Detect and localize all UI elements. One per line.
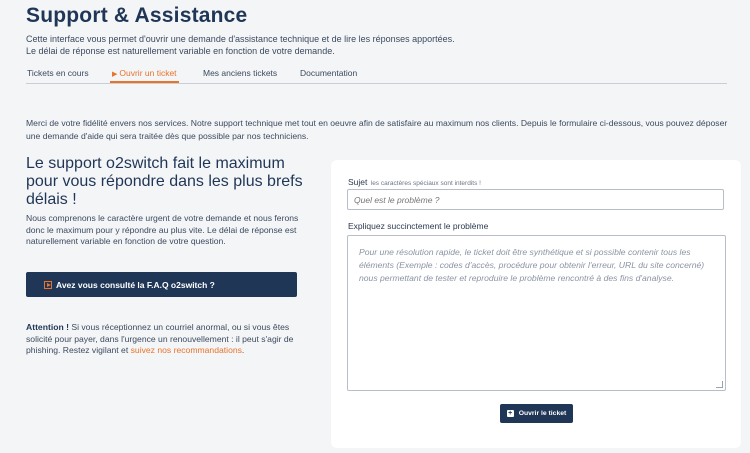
phishing-warning: Attention ! Si vous réceptionnez un cour… xyxy=(26,322,301,357)
tab-bar: Tickets en cours ▶ Ouvrir un ticket Mes a… xyxy=(26,68,727,84)
support-description: Nous comprenons le caractère urgent de v… xyxy=(26,213,299,246)
tab-label: Tickets en cours xyxy=(27,68,89,78)
thanks-text: Merci de votre fidélité envers nos servi… xyxy=(26,118,728,141)
open-ticket-label: Ouvrir le ticket xyxy=(518,410,567,417)
intro-line-2: Le délai de réponse est naturellement va… xyxy=(26,45,335,56)
subject-label: Sujet les caractères spéciaux sont inter… xyxy=(348,177,481,187)
intro-line-1: Cette interface vous permet d'ouvrir une… xyxy=(26,34,455,44)
faq-button-label: Avez vous consulté la F.A.Q o2switch ? xyxy=(56,279,215,290)
page-title: Support & Assistance xyxy=(26,4,248,27)
support-headline: Le support o2switch fait le maximum pour… xyxy=(26,155,303,208)
attention-label: Attention ! xyxy=(26,322,69,332)
attention-end: . xyxy=(241,345,245,355)
tab-tickets-en-cours[interactable]: Tickets en cours xyxy=(27,68,89,83)
tab-label: Documentation xyxy=(300,68,358,78)
tab-ouvrir-un-ticket[interactable]: ▶ Ouvrir un ticket xyxy=(110,68,179,83)
plus-icon: + xyxy=(506,410,514,417)
subject-label-text: Sujet xyxy=(348,177,368,187)
tab-documentation[interactable]: Documentation xyxy=(300,68,357,83)
ticket-form: Sujet les caractères spéciaux sont inter… xyxy=(331,160,741,448)
faq-button[interactable]: Avez vous consulté la F.A.Q o2switch ? xyxy=(26,272,297,297)
problem-textarea[interactable]: Pour une résolution rapide, le ticket do… xyxy=(347,235,726,391)
page-intro: Cette interface vous permet d'ouvrir une… xyxy=(26,34,726,57)
recommendations-link[interactable]: suivez nos recommandations xyxy=(131,345,242,355)
open-ticket-button[interactable]: + Ouvrir le ticket xyxy=(500,404,573,423)
play-icon xyxy=(44,280,52,289)
resize-handle-icon[interactable] xyxy=(716,381,723,388)
problem-label: Expliquez succinctement le problème xyxy=(348,221,489,231)
subject-input[interactable] xyxy=(347,189,724,210)
tab-label: Mes anciens tickets xyxy=(203,68,278,78)
problem-placeholder: Pour une résolution rapide, le ticket do… xyxy=(359,247,705,283)
triangle-right-icon: ▶ xyxy=(112,71,118,78)
subject-hint: les caractères spéciaux sont interdits ! xyxy=(370,180,481,187)
tab-mes-anciens-tickets[interactable]: Mes anciens tickets xyxy=(203,68,277,83)
tab-label: Ouvrir un ticket xyxy=(119,68,177,78)
